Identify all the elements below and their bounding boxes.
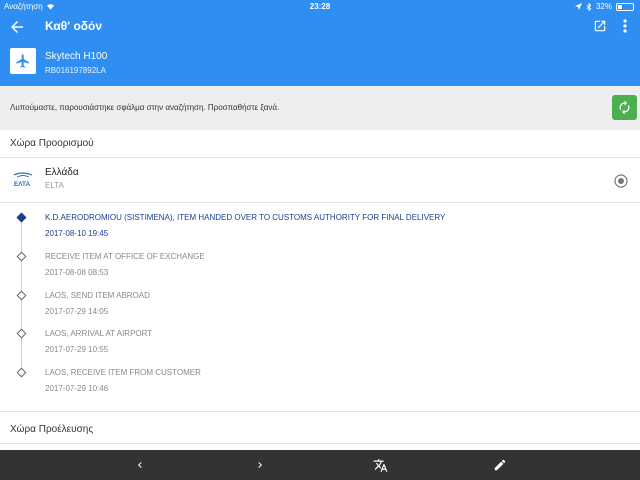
event-date: 2017-08-10 19:45 xyxy=(45,229,109,238)
arrow-back-icon xyxy=(11,21,23,33)
origin-section-title: Χώρα Προέλευσης xyxy=(10,424,94,435)
divider xyxy=(0,411,640,412)
translate-icon xyxy=(373,458,387,472)
edit-button[interactable] xyxy=(492,457,508,473)
location-arrow-icon xyxy=(574,3,582,10)
app-header: Αναζήτηση 23:28 32% Καθ' οδόν Skytech H1… xyxy=(0,0,640,86)
destination-carrier: ELTA xyxy=(45,181,64,190)
chevron-right-icon xyxy=(258,462,262,468)
divider xyxy=(0,443,640,444)
event-date: 2017-07-29 14:05 xyxy=(45,307,109,316)
page-title: Καθ' οδόν xyxy=(45,19,103,33)
error-banner: Λυπούμαστε, παρουσιάστηκε σφάλμα στην αν… xyxy=(0,86,640,130)
status-bar: Αναζήτηση 23:28 32% xyxy=(0,0,640,13)
event-description: RECEIVE ITEM AT OFFICE OF EXCHANGE xyxy=(45,252,205,261)
open-in-new-icon xyxy=(594,20,606,32)
refresh-icon xyxy=(619,100,630,115)
timeline-dot xyxy=(16,367,27,378)
event-description: LAOS, ARRIVAL AT AIRPORT xyxy=(45,329,153,338)
event-date: 2017-07-29 10:46 xyxy=(45,384,109,393)
target-icon xyxy=(614,174,628,188)
divider xyxy=(0,157,640,158)
battery-percent: 32% xyxy=(595,2,612,11)
event-description: LAOS, SEND ITEM ABROAD xyxy=(45,291,150,300)
divider xyxy=(0,202,640,203)
svg-text:ΕΛΤΑ: ΕΛΤΑ xyxy=(14,181,31,188)
battery-icon xyxy=(616,2,634,11)
status-time: 23:28 xyxy=(309,2,331,11)
elta-logo: ΕΛΤΑ xyxy=(13,172,33,188)
tracking-code: RB016197892LA xyxy=(45,66,106,75)
event-description: K.D.AERODROMIOU (SISTIMENA), ITEM HANDED… xyxy=(45,213,446,222)
tracking-content: Χώρα Προορισμού ΕΛΤΑ Ελλάδα ELTA K.D.AER… xyxy=(0,130,640,450)
refresh-button[interactable] xyxy=(612,95,637,120)
open-external-button[interactable] xyxy=(593,19,607,33)
chevron-left-icon xyxy=(138,462,142,468)
translate-button[interactable] xyxy=(372,457,388,473)
event-date: 2017-08-08 08:53 xyxy=(45,268,109,277)
timeline-dot xyxy=(16,212,27,223)
bottom-toolbar xyxy=(0,450,640,480)
destination-country: Ελλάδα xyxy=(45,167,79,178)
error-message: Λυπούμαστε, παρουσιάστηκε σφάλμα στην αν… xyxy=(10,103,280,112)
bluetooth-icon xyxy=(586,2,592,11)
event-description: LAOS, RECEIVE ITEM FROM CUSTOMER xyxy=(45,368,201,377)
airplane-icon xyxy=(10,48,36,74)
destination-section-title: Χώρα Προορισμού xyxy=(10,138,94,149)
back-button[interactable] xyxy=(8,18,26,36)
locate-button[interactable] xyxy=(614,174,628,188)
event-date: 2017-07-29 10:55 xyxy=(45,345,109,354)
pencil-icon xyxy=(494,459,506,471)
next-button[interactable] xyxy=(252,457,268,473)
more-vert-icon xyxy=(623,19,627,33)
package-name: Skytech H100 xyxy=(45,51,108,62)
timeline-dot xyxy=(16,251,27,262)
timeline-dot xyxy=(16,290,27,301)
previous-button[interactable] xyxy=(132,457,148,473)
timeline-dot xyxy=(16,328,27,339)
more-menu-button[interactable] xyxy=(621,18,629,34)
